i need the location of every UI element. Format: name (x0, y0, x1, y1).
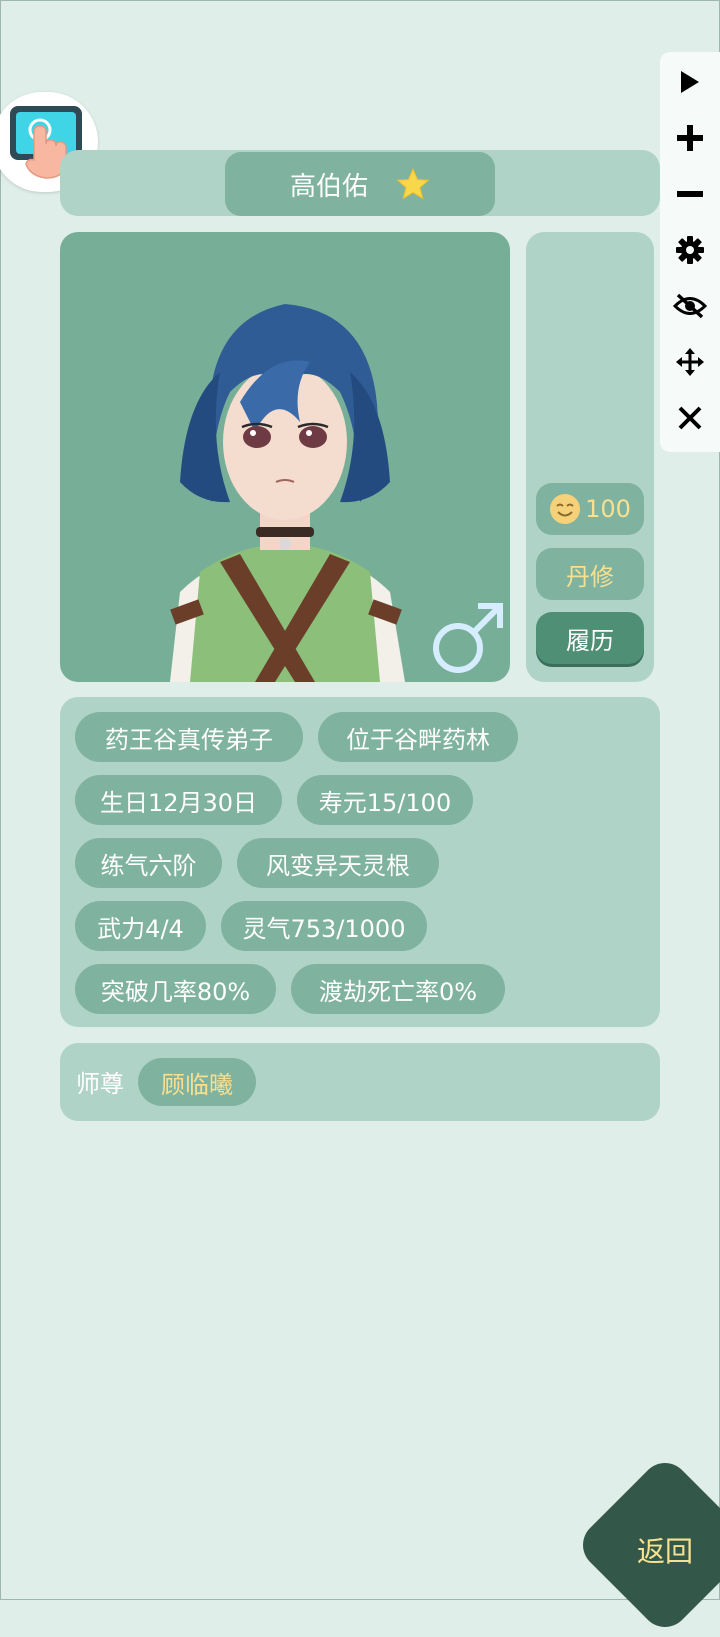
info-tag-lifespan[interactable]: 寿元15/100 (297, 775, 473, 825)
mood-value: 100 (585, 495, 631, 523)
minus-icon[interactable] (660, 168, 720, 220)
character-name: 高伯佑 (289, 171, 368, 202)
floating-toolbar (660, 52, 720, 452)
info-tag-birthday[interactable]: 生日12月30日 (75, 775, 282, 825)
play-icon[interactable] (660, 56, 720, 108)
info-tag-realm[interactable]: 练气六阶 (75, 838, 222, 888)
close-icon[interactable] (660, 392, 720, 444)
mood-pill[interactable]: 100 (536, 483, 644, 535)
info-tag-location[interactable]: 位于谷畔药林 (318, 712, 518, 762)
info-tag-tribulation[interactable]: 渡劫死亡率0% (291, 964, 505, 1014)
info-tag-spirit[interactable]: 灵气753/1000 (221, 901, 427, 951)
info-tag-sect[interactable]: 药王谷真传弟子 (75, 712, 303, 762)
info-tag-force[interactable]: 武力4/4 (75, 901, 206, 951)
character-name-pill[interactable]: 高伯佑 (225, 152, 495, 216)
mentor-name-pill[interactable]: 顾临曦 (138, 1058, 256, 1106)
plus-icon[interactable] (660, 112, 720, 164)
info-tag-breakthrough[interactable]: 突破几率80% (75, 964, 276, 1014)
gear-icon[interactable] (660, 224, 720, 276)
male-icon (433, 603, 503, 673)
role-pill[interactable]: 丹修 (536, 548, 644, 600)
info-tag-root[interactable]: 风变异天灵根 (237, 838, 439, 888)
eye-slash-icon[interactable] (660, 280, 720, 332)
star-icon (396, 167, 430, 200)
history-button[interactable]: 履历 (536, 612, 644, 664)
move-icon[interactable] (660, 336, 720, 388)
mentor-label: 师尊 (76, 1070, 124, 1098)
smiling-face-icon (550, 494, 581, 524)
return-button-label[interactable]: 返回 (620, 1530, 710, 1570)
